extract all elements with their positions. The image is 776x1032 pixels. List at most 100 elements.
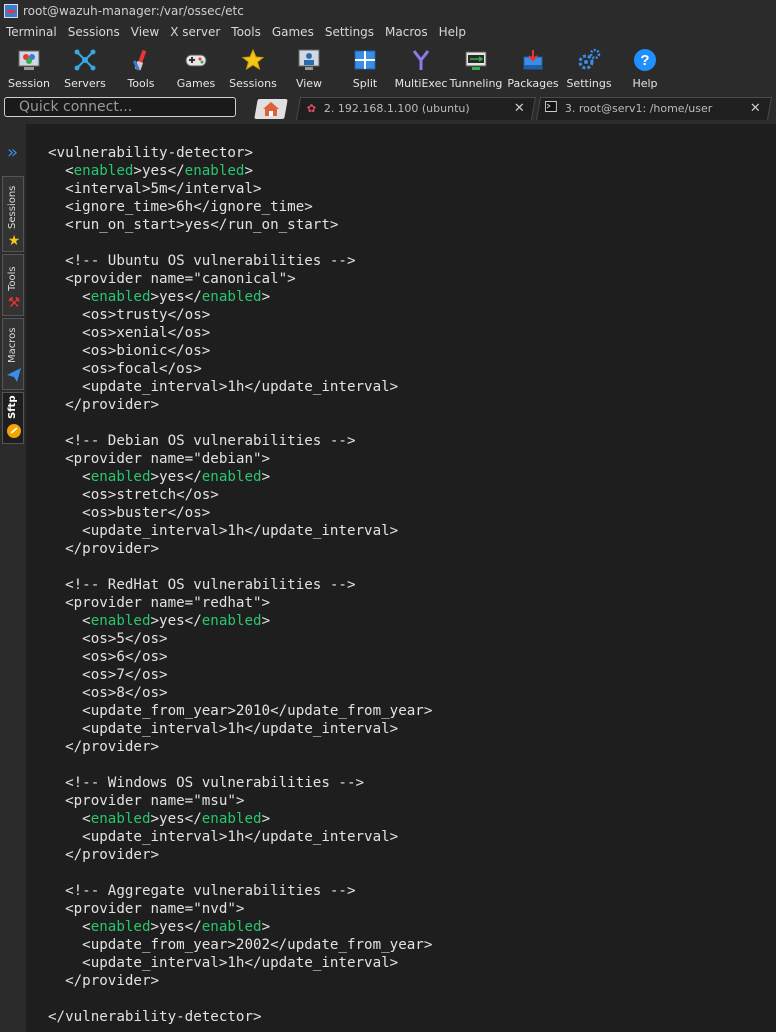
terminal-line: <!-- Debian OS vulnerabilities --> [48, 433, 356, 449]
terminal-line: <os>6</os> [48, 649, 168, 665]
terminal-line: <update_interval>1h</update_interval> [48, 955, 399, 971]
terminal-line: <update_interval>1h</update_interval> [48, 829, 399, 845]
terminal-line: <os>8</os> [48, 685, 168, 701]
settings-button[interactable]: Settings [561, 44, 617, 92]
mobaxterm-app-icon [4, 4, 18, 18]
terminal-line: ​ [48, 414, 432, 432]
terminal-line: <os>5</os> [48, 631, 168, 647]
multiexec-button[interactable]: MultiExec [393, 44, 449, 92]
terminal-line: </provider> [48, 973, 160, 989]
terminal-line: ​ [48, 558, 432, 576]
terminal-line: <update_interval>1h</update_interval> [48, 721, 399, 737]
tools-button[interactable]: Tools [113, 44, 169, 92]
view-icon [296, 47, 322, 73]
terminal-line: <run_on_start>yes</run_on_start> [48, 217, 339, 233]
servers-button[interactable]: Servers [57, 44, 113, 92]
session-button[interactable]: Session [1, 44, 57, 92]
menu-help[interactable]: Help [439, 25, 466, 39]
terminal-area[interactable]: <vulnerability-detector> <enabled>yes</e… [26, 124, 776, 1032]
view-button[interactable]: View [281, 44, 337, 92]
terminal-line: <vulnerability-detector> [48, 145, 253, 161]
tab-ubuntu[interactable]: ✿ 2. 192.168.1.100 (ubuntu) ✕ [295, 97, 537, 120]
terminal-line: <os>trusty</os> [48, 307, 211, 323]
menu-macros[interactable]: Macros [385, 25, 428, 39]
terminal-line: <update_from_year>2002</update_from_year… [48, 937, 433, 953]
menu-games[interactable]: Games [272, 25, 314, 39]
terminal-line: <enabled>yes</enabled> [48, 919, 271, 935]
side-tab-tools[interactable]: Tools ⚒ [2, 254, 24, 316]
terminal-line: <os>bionic</os> [48, 343, 211, 359]
expand-sidebar-icon[interactable]: » [7, 142, 18, 163]
star-icon: ★ [7, 233, 21, 249]
terminal-line: <os>stretch</os> [48, 487, 219, 503]
terminal-line: <os>focal</os> [48, 361, 202, 377]
home-icon [263, 102, 279, 116]
menu-sessions[interactable]: Sessions [68, 25, 120, 39]
tunneling-button[interactable]: Tunneling [448, 44, 504, 92]
terminal-line: <!-- RedHat OS vulnerabilities --> [48, 577, 356, 593]
servers-icon [72, 47, 98, 73]
terminal-line: ​ [48, 864, 432, 882]
terminal-icon [544, 98, 557, 120]
terminal-line: ​ [48, 756, 432, 774]
terminal-output: <vulnerability-detector> <enabled>yes</e… [48, 144, 432, 1026]
session-icon [16, 47, 42, 73]
terminal-line: <update_interval>1h</update_interval> [48, 379, 399, 395]
close-tab-icon[interactable]: ✕ [514, 98, 525, 120]
terminal-line: <interval>5m</interval> [48, 181, 262, 197]
menu-tools[interactable]: Tools [231, 25, 261, 39]
multiexec-icon [408, 47, 434, 73]
menu-x-server[interactable]: X server [170, 25, 220, 39]
packages-button[interactable]: Packages [505, 44, 561, 92]
terminal-line: <!-- Windows OS vulnerabilities --> [48, 775, 365, 791]
toolbar: Session Servers Tools Games Sessions Vie… [0, 42, 776, 94]
send-icon [6, 367, 22, 383]
side-bar: » Sessions ★ Tools ⚒ Macros Sftp [0, 124, 26, 1032]
split-button[interactable]: Split [337, 44, 393, 92]
terminal-line: <ignore_time>6h</ignore_time> [48, 199, 313, 215]
menu-view[interactable]: View [131, 25, 159, 39]
terminal-line: </provider> [48, 847, 160, 863]
terminal-line: <enabled>yes</enabled> [48, 469, 271, 485]
terminal-line: <os>xenial</os> [48, 325, 211, 341]
tools-icon: ⚒ [7, 295, 21, 311]
terminal-line: <update_interval>1h</update_interval> [48, 523, 399, 539]
side-tab-sessions[interactable]: Sessions ★ [2, 176, 24, 252]
games-button[interactable]: Games [168, 44, 224, 92]
terminal-line: <os>7</os> [48, 667, 168, 683]
menu-settings[interactable]: Settings [325, 25, 374, 39]
terminal-line: <update_from_year>2010</update_from_year… [48, 703, 433, 719]
side-tab-macros[interactable]: Macros [2, 318, 24, 390]
sessions-button[interactable]: Sessions [225, 44, 281, 92]
terminal-line: <provider name="redhat"> [48, 595, 271, 611]
terminal-line: <provider name="nvd"> [48, 901, 245, 917]
terminal-line: </provider> [48, 739, 160, 755]
menu-terminal[interactable]: Terminal [6, 25, 57, 39]
terminal-line: <!-- Ubuntu OS vulnerabilities --> [48, 253, 356, 269]
terminal-line: <enabled>yes</enabled> [48, 613, 271, 629]
terminal-line: <os>buster</os> [48, 505, 211, 521]
terminal-line: <enabled>yes</enabled> [48, 811, 271, 827]
tunneling-icon [463, 47, 489, 73]
home-tab[interactable] [254, 99, 288, 119]
quick-connect-input[interactable]: Quick connect... [4, 97, 236, 117]
raspberry-icon: ✿ [306, 102, 317, 115]
svg-text:?: ? [640, 52, 649, 69]
sftp-icon [6, 423, 22, 439]
side-tab-sftp[interactable]: Sftp [2, 392, 24, 444]
terminal-line: ​ [48, 234, 432, 252]
tab-bar: Quick connect... ✿ 2. 192.168.1.100 (ubu… [0, 94, 776, 124]
terminal-line: <!-- Aggregate vulnerabilities --> [48, 883, 356, 899]
terminal-line: </provider> [48, 397, 160, 413]
tools-icon [128, 47, 154, 73]
terminal-line: </vulnerability-detector> [48, 1009, 262, 1025]
terminal-line: <enabled>yes</enabled> [48, 289, 271, 305]
terminal-line: </provider> [48, 541, 160, 557]
tab-serv1[interactable]: 3. root@serv1: /home/user ✕ [535, 97, 773, 120]
terminal-line: <provider name="debian"> [48, 451, 271, 467]
help-icon: ? [632, 47, 658, 73]
star-icon [240, 47, 266, 73]
help-button[interactable]: ? Help [617, 44, 673, 92]
close-tab-icon[interactable]: ✕ [750, 98, 761, 120]
terminal-line: <enabled>yes</enabled> [48, 163, 254, 179]
